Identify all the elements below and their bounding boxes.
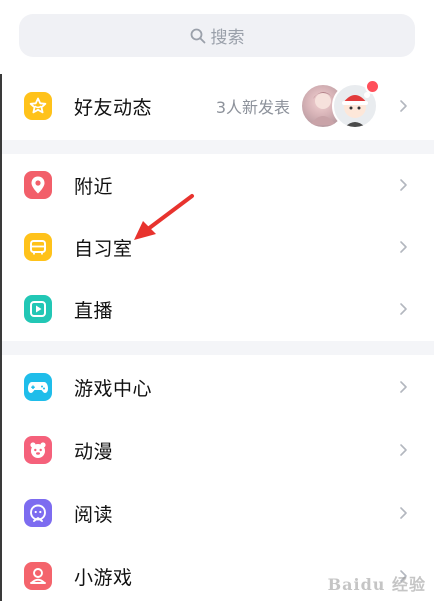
friend-avatars: [300, 79, 380, 129]
row-label: 动漫: [74, 440, 114, 463]
row-friends-feed[interactable]: 好友动态 3人新发表: [2, 74, 434, 138]
chevron-right-icon: [400, 381, 407, 393]
search-icon: [190, 28, 205, 43]
gamepad-icon: [24, 373, 52, 401]
location-pin-icon: [24, 171, 52, 199]
new-indicator-dot: [365, 79, 380, 94]
row-label: 小游戏: [74, 566, 133, 589]
row-live[interactable]: 直播: [2, 278, 434, 340]
mini-game-icon: [24, 562, 52, 590]
row-label: 好友动态: [74, 96, 153, 119]
row-label: 阅读: [74, 503, 114, 526]
search-area: 搜索: [0, 0, 434, 74]
chevron-right-icon: [400, 303, 407, 315]
chevron-right-icon: [400, 241, 407, 253]
watermark: Baidu 经验: [327, 575, 426, 594]
row-anime[interactable]: 动漫: [2, 419, 434, 481]
anime-icon: [24, 436, 52, 464]
chevron-right-icon: [400, 507, 407, 519]
study-room-icon: [24, 233, 52, 261]
star-icon: [24, 92, 52, 120]
section-divider: [2, 140, 434, 154]
live-icon: [24, 295, 52, 323]
row-label: 自习室: [74, 237, 133, 260]
section-divider: [2, 341, 434, 355]
row-reading[interactable]: 阅读: [2, 482, 434, 544]
search-placeholder: 搜索: [210, 28, 245, 48]
row-label: 附近: [74, 175, 114, 198]
row-study-room[interactable]: 自习室: [2, 216, 434, 278]
row-game-center[interactable]: 游戏中心: [2, 356, 434, 418]
search-bar[interactable]: 搜索: [19, 14, 415, 57]
chevron-right-icon: [400, 444, 407, 456]
chevron-right-icon: [400, 179, 407, 191]
annotation-arrow-icon: [134, 194, 194, 240]
row-label: 游戏中心: [74, 377, 153, 400]
chevron-right-icon: [400, 100, 407, 112]
reading-icon: [24, 499, 52, 527]
new-posts-status: 3人新发表: [215, 98, 290, 117]
row-nearby[interactable]: 附近: [2, 154, 434, 216]
row-label: 直播: [74, 299, 114, 322]
